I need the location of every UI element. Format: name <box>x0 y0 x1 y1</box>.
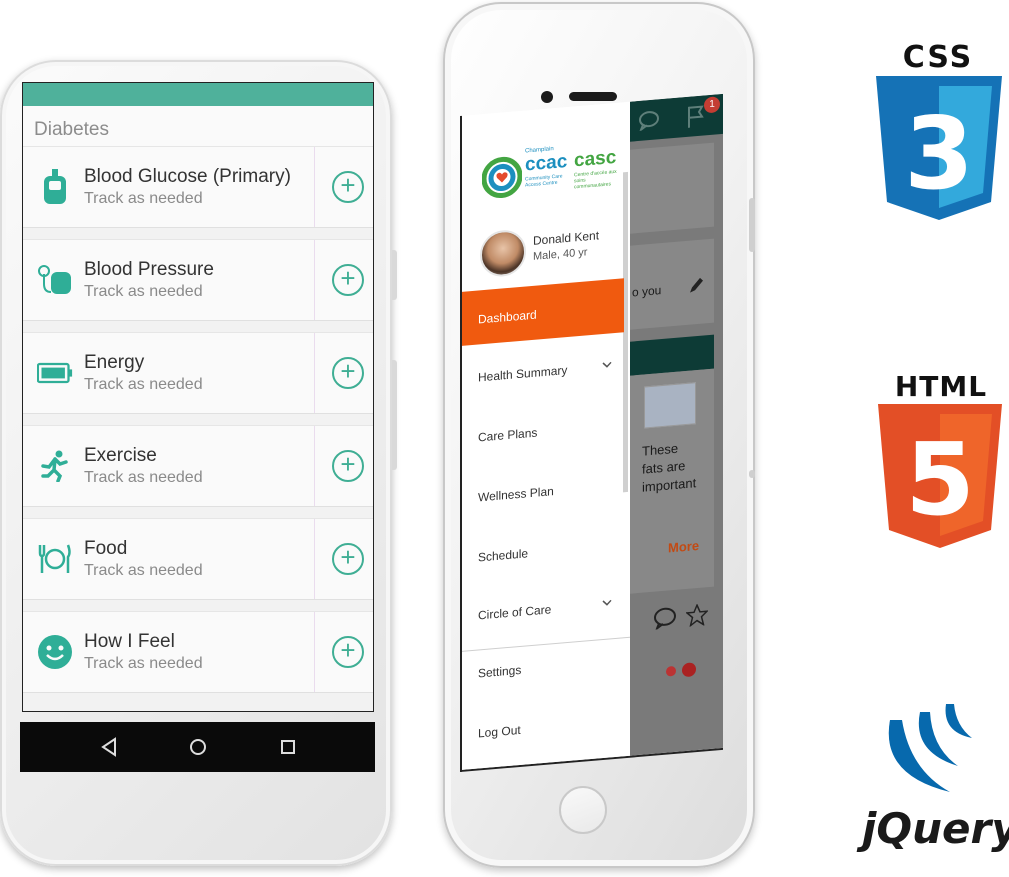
divider <box>314 426 315 506</box>
tracker-item-exercise[interactable]: Exercise Track as needed + <box>23 425 373 507</box>
android-nav-bar <box>20 722 375 772</box>
recents-icon[interactable] <box>275 734 301 760</box>
user-meta: Male, 40 yr <box>533 246 588 263</box>
divider <box>314 612 315 692</box>
smiley-face-icon <box>37 634 73 670</box>
add-button[interactable]: + <box>332 171 364 203</box>
html-number: 5 <box>905 421 975 538</box>
side-button <box>749 198 755 252</box>
item-title: Food <box>84 538 128 559</box>
android-screen: Diabetes Blood Glucose (Primary) Track a… <box>22 82 374 712</box>
article-line: important <box>642 475 697 495</box>
article-card: These fats are important More <box>630 368 714 594</box>
app-header: 1 <box>630 93 723 142</box>
blood-pressure-cuff-icon <box>37 262 73 298</box>
add-button[interactable]: + <box>332 543 364 575</box>
item-title: Exercise <box>84 445 157 466</box>
item-subtitle: Track as needed <box>84 655 203 672</box>
ccac-logo-mark <box>482 156 522 199</box>
notification-badge: 1 <box>704 96 720 114</box>
nav-drawer: Champlain ccac casc Community Care Acces… <box>462 101 630 772</box>
chevron-down-icon[interactable] <box>602 359 612 370</box>
pencil-icon[interactable] <box>688 276 704 295</box>
battery-icon <box>37 355 73 391</box>
chevron-down-icon[interactable] <box>602 597 612 608</box>
menu-item-dashboard[interactable]: Dashboard <box>462 278 624 346</box>
jquery-logo: jQuery <box>858 700 1009 860</box>
jquery-swoosh-icon <box>888 704 972 792</box>
menu-item-schedule[interactable]: Schedule <box>478 546 528 564</box>
item-subtitle: Track as needed <box>84 283 203 300</box>
menu-item-log-out[interactable]: Log Out <box>478 723 521 741</box>
html5-logo: HTML 5 <box>876 370 1006 550</box>
star-icon[interactable] <box>686 603 708 628</box>
content-card: o you <box>630 238 714 330</box>
avatar[interactable] <box>480 228 526 279</box>
article-thumbnail <box>644 382 696 429</box>
tracker-item-blood-pressure[interactable]: Blood Pressure Track as needed + <box>23 239 373 321</box>
volume-button <box>392 250 397 300</box>
css-number: 3 <box>904 95 974 212</box>
css-label: CSS <box>902 40 974 75</box>
partner-logos <box>666 659 706 682</box>
app-top-bar <box>23 83 373 106</box>
running-person-icon <box>37 448 73 484</box>
menu-item-wellness-plan[interactable]: Wellness Plan <box>478 484 554 504</box>
jquery-label: jQuery <box>862 804 1009 853</box>
divider <box>314 333 315 413</box>
ccac-logo: Champlain ccac casc Community Care Acces… <box>482 140 622 208</box>
item-title: Energy <box>84 352 145 373</box>
glucose-meter-icon <box>37 169 73 205</box>
back-icon[interactable] <box>96 734 122 760</box>
tracker-item-blood-glucose[interactable]: Blood Glucose (Primary) Track as needed … <box>23 146 373 228</box>
tracker-item-how-i-feel[interactable]: How I Feel Track as needed + <box>23 611 373 693</box>
item-subtitle: Track as needed <box>84 562 203 579</box>
fork-plate-knife-icon <box>37 541 73 577</box>
flag-icon[interactable] <box>686 103 706 129</box>
home-button[interactable] <box>559 786 607 834</box>
dashboard-content-dimmed: 1 o you These fats are important More <box>630 93 723 758</box>
menu-item-care-plans[interactable]: Care Plans <box>478 426 537 445</box>
user-name: Donald Kent <box>533 228 600 248</box>
add-button[interactable]: + <box>332 636 364 668</box>
menu-item-settings[interactable]: Settings <box>478 663 521 681</box>
divider <box>462 636 630 652</box>
divider <box>314 240 315 320</box>
section-title: Diabetes <box>23 106 373 146</box>
chat-icon[interactable] <box>638 109 660 132</box>
tracker-item-food[interactable]: Food Track as needed + <box>23 518 373 600</box>
item-title: Blood Pressure <box>84 259 214 280</box>
home-icon[interactable] <box>185 734 211 760</box>
css3-logo: CSS 3 <box>872 40 1004 222</box>
side-button <box>749 470 755 478</box>
logo-tagline-en: Community Care Access Centre <box>525 173 563 189</box>
speaker-grille <box>569 92 617 101</box>
add-button[interactable]: + <box>332 450 364 482</box>
add-button[interactable]: + <box>332 357 364 389</box>
card-snippet: o you <box>632 283 662 300</box>
logo-tagline-fr: Centre d'accès aux soins communautaires <box>574 168 617 191</box>
item-title: How I Feel <box>84 631 175 652</box>
item-subtitle: Track as needed <box>84 469 203 486</box>
item-title: Blood Glucose (Primary) <box>84 166 291 187</box>
power-button <box>392 360 397 470</box>
item-subtitle: Track as needed <box>84 190 203 207</box>
chat-icon[interactable] <box>652 606 678 630</box>
content-card <box>630 142 714 234</box>
more-link[interactable]: More <box>668 538 699 556</box>
menu-item-circle-of-care[interactable]: Circle of Care <box>478 602 551 622</box>
divider <box>314 147 315 227</box>
menu-item-health-summary[interactable]: Health Summary <box>478 363 567 385</box>
tracker-item-energy[interactable]: Energy Track as needed + <box>23 332 373 414</box>
front-camera <box>541 91 553 103</box>
iphone-screen: Champlain ccac casc Community Care Acces… <box>460 93 723 772</box>
html-label: HTML <box>894 370 988 403</box>
add-button[interactable]: + <box>332 264 364 296</box>
item-subtitle: Track as needed <box>84 376 203 393</box>
divider <box>314 519 315 599</box>
